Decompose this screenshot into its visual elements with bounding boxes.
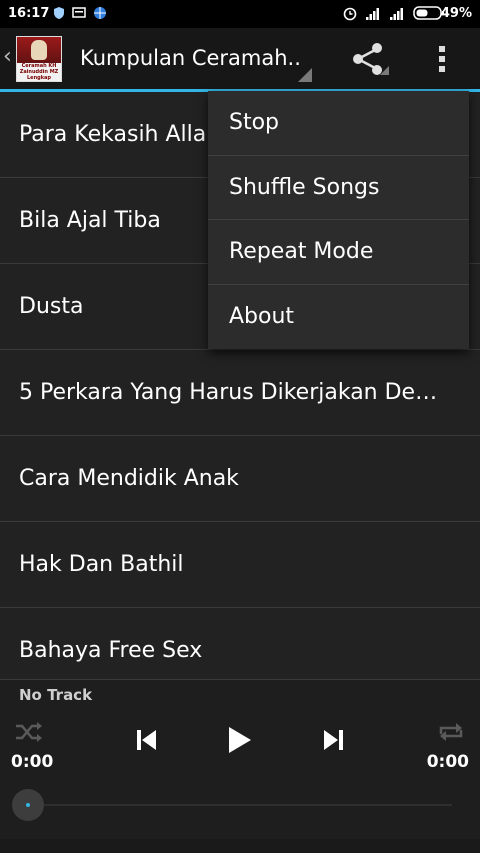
- overflow-dot: [439, 66, 445, 72]
- signal-icon: [366, 8, 379, 20]
- menu-item-shuffle-songs[interactable]: Shuffle Songs: [208, 156, 469, 220]
- track-title: 5 Perkara Yang Harus Dikerjakan Dengan S…: [19, 380, 450, 405]
- elapsed-time: 0:00: [11, 752, 54, 772]
- message-icon: [72, 7, 86, 18]
- track-title: Para Kekasih Allah: [19, 122, 221, 147]
- share-corner-icon: [380, 66, 389, 75]
- seek-thumb[interactable]: [12, 789, 44, 821]
- shuffle-icon[interactable]: [14, 720, 44, 744]
- overflow-menu-icon: [439, 46, 445, 52]
- repeat-icon[interactable]: [436, 720, 466, 744]
- list-item[interactable]: 5 Perkara Yang Harus Dikerjakan Dengan S…: [0, 350, 480, 436]
- track-title: Hak Dan Bathil: [19, 552, 184, 577]
- bottom-strip: [0, 839, 480, 853]
- battery-percent: 49%: [440, 6, 472, 21]
- overflow-menu: Stop Shuffle Songs Repeat Mode About: [208, 91, 469, 349]
- app-icon[interactable]: Ceramah KH Zainuddin MZ Lengkap: [16, 36, 62, 82]
- globe-icon: [94, 7, 106, 19]
- signal-icon: [390, 8, 403, 20]
- player-panel: No Track 0:00 0:00: [0, 679, 480, 840]
- action-bar: ‹ Ceramah KH Zainuddin MZ Lengkap Kumpul…: [0, 28, 480, 92]
- menu-item-stop[interactable]: Stop: [208, 91, 469, 156]
- overflow-dot: [439, 56, 445, 62]
- status-bar: 16:17 49%: [0, 0, 480, 28]
- status-time: 16:17: [8, 6, 50, 21]
- spinner-corner-icon: [298, 68, 312, 82]
- seek-bar[interactable]: [28, 804, 452, 806]
- previous-icon[interactable]: [134, 727, 160, 753]
- track-title: Bila Ajal Tiba: [19, 208, 161, 233]
- list-item[interactable]: Cara Mendidik Anak: [0, 436, 480, 522]
- track-title: Bahaya Free Sex: [19, 638, 203, 663]
- total-time: 0:00: [426, 752, 469, 772]
- page-title[interactable]: Kumpulan Ceramah..: [80, 46, 301, 70]
- play-icon[interactable]: [225, 724, 255, 756]
- menu-item-about[interactable]: About: [208, 285, 469, 350]
- list-item[interactable]: Hak Dan Bathil: [0, 522, 480, 608]
- track-title: Cara Mendidik Anak: [19, 466, 239, 491]
- next-icon[interactable]: [320, 727, 346, 753]
- now-playing-title: No Track: [19, 686, 93, 704]
- chevron-left-icon[interactable]: ‹: [3, 44, 12, 69]
- track-title: Dusta: [19, 294, 84, 319]
- seek-thumb-dot: [26, 803, 30, 807]
- overflow-menu-button[interactable]: [424, 38, 460, 80]
- shield-icon: [54, 7, 64, 19]
- alarm-icon: [343, 7, 357, 21]
- menu-item-repeat-mode[interactable]: Repeat Mode: [208, 220, 469, 285]
- app-icon-label: Ceramah KH Zainuddin MZ Lengkap: [19, 63, 59, 81]
